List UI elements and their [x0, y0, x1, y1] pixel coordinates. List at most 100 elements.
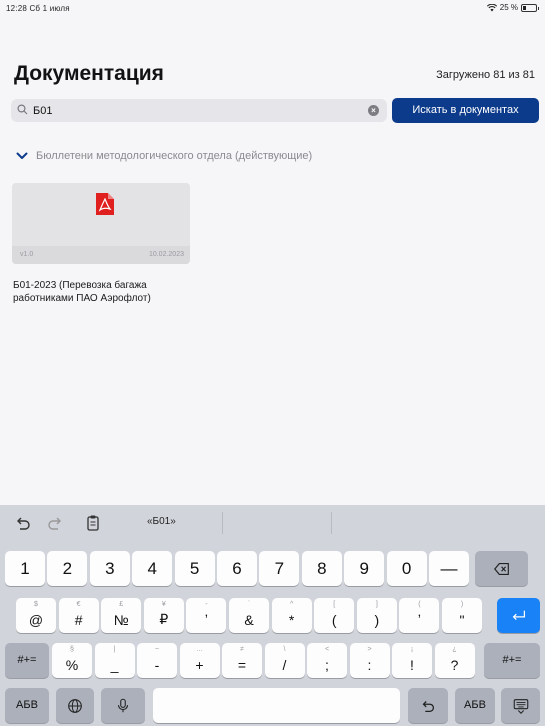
key-7[interactable]: 7	[259, 551, 300, 586]
key-char: 0	[401, 559, 412, 578]
key-symbol[interactable]: ¥ ₽	[143, 598, 184, 633]
key-symbol[interactable]: £ №	[101, 598, 142, 633]
key-char: @	[28, 612, 44, 628]
key-char: /	[282, 657, 287, 673]
key-symbol[interactable]: € #	[58, 598, 99, 633]
search-input[interactable]	[33, 102, 353, 119]
backspace-icon	[493, 562, 509, 575]
hide-keyboard-key[interactable]	[501, 688, 540, 723]
search-in-documents-button[interactable]: Искать в документах	[392, 98, 539, 123]
key-char: ʼ	[204, 612, 208, 628]
keyboard-toolbar: «Б01»	[0, 505, 545, 541]
abc-key[interactable]: АБВ	[455, 688, 495, 723]
key-symbol[interactable]: \ /	[264, 643, 305, 678]
key-char: %	[65, 657, 79, 673]
chevron-down-icon	[16, 152, 28, 159]
key-char: 4	[147, 559, 157, 578]
key-symbol[interactable]: ^ *	[271, 598, 312, 633]
key-alt-char: `	[247, 601, 251, 608]
key-9[interactable]: 9	[344, 551, 385, 586]
key-symbol[interactable]: | _	[94, 643, 135, 678]
key-symbol[interactable]: ])	[356, 598, 397, 633]
key-char: #	[74, 612, 83, 628]
key-symbol[interactable]: -ʼ	[186, 598, 227, 633]
pdf-icon	[96, 193, 114, 215]
key-8[interactable]: 8	[301, 551, 342, 586]
key-char: АБВ	[16, 699, 38, 711]
key-char: )	[374, 612, 380, 628]
key-alt-char: \	[283, 646, 286, 653]
wifi-icon	[486, 3, 497, 11]
space-key[interactable]	[153, 688, 400, 723]
key-alt-char: €	[76, 601, 81, 608]
microphone-icon	[117, 698, 129, 712]
key-char: 6	[232, 559, 242, 578]
status-indicators: 25 %	[486, 3, 539, 12]
redo-icon[interactable]	[46, 514, 64, 532]
key-alt-char: <	[324, 646, 330, 653]
key-char: ʼ	[417, 612, 421, 628]
key-symbol[interactable]: ≠ =	[222, 643, 262, 678]
key-symbol[interactable]: <;	[307, 643, 347, 678]
key-char: 1	[20, 559, 30, 578]
document-title[interactable]: Б01-2023 (Перевозка багажа работниками П…	[13, 280, 203, 305]
more-symbols-key[interactable]: #+=	[484, 643, 540, 678]
undo-icon[interactable]	[14, 514, 32, 532]
keyboard: «Б01» 1 2 3 4 5 6 7 8 9 0— $ @ € # £ № ¥ ₽ - ʼ ` & ^ *[(])(ʼ) ʺ #…	[0, 505, 545, 726]
key-0[interactable]: 0	[386, 551, 427, 586]
search-icon	[17, 104, 28, 115]
key-symbol[interactable]: $ @	[16, 598, 56, 633]
return-icon	[512, 610, 525, 620]
globe-key[interactable]	[56, 688, 94, 723]
key-alt-char: >	[367, 646, 372, 653]
key-alt-char: ≠	[240, 646, 244, 653]
key-alt-char: …	[196, 646, 203, 653]
paste-icon[interactable]	[84, 514, 102, 532]
key-symbol[interactable]: (ʼ	[399, 598, 440, 633]
key-4[interactable]: 4	[132, 551, 173, 586]
document-card[interactable]: v1.0 10.02.2023	[12, 183, 190, 264]
undo-key[interactable]	[408, 688, 448, 723]
clear-search-icon[interactable]: ×	[368, 105, 379, 116]
key-char: 8	[317, 559, 327, 578]
key-char: #+=	[17, 654, 37, 666]
key-symbol[interactable]: ) ʺ	[442, 598, 482, 633]
key-char: !	[410, 657, 414, 673]
key-1[interactable]: 1	[5, 551, 45, 586]
key-3[interactable]: 3	[89, 551, 130, 586]
key-symbol[interactable]: §%	[52, 643, 92, 678]
keyboard-suggestion[interactable]: «Б01»	[147, 516, 176, 527]
suggestion-separator	[331, 512, 332, 534]
document-title-line-1: Б01-2023 (Перевозка багажа	[13, 280, 147, 291]
key-symbol[interactable]: … +	[179, 643, 220, 678]
section-title: Бюллетени методологического отдела (дейс…	[36, 150, 313, 162]
key-symbol[interactable]: ~ -	[137, 643, 177, 678]
section-header[interactable]: Бюллетени методологического отдела (дейс…	[16, 150, 312, 162]
key-2[interactable]: 2	[47, 551, 88, 586]
key-char: *	[288, 612, 295, 628]
dictation-key[interactable]	[101, 688, 145, 723]
abc-key[interactable]: АБВ	[5, 688, 49, 723]
return-key[interactable]	[497, 598, 540, 633]
key-char: #+=	[502, 654, 522, 666]
key-symbol[interactable]: ¡!	[392, 643, 432, 678]
key-char: АБВ	[464, 699, 486, 711]
key-symbol[interactable]: >:	[349, 643, 390, 678]
loaded-count: Загружено 81 из 81	[436, 69, 535, 81]
key-alt-char: -	[205, 601, 208, 608]
key-char: (	[331, 612, 337, 628]
key-symbol[interactable]: [(	[314, 598, 355, 633]
key-symbol[interactable]: ¿?	[434, 643, 475, 678]
key-char: ₽	[159, 611, 169, 627]
undo-icon	[422, 700, 435, 712]
key-char: :	[367, 657, 372, 673]
key-—[interactable]: —	[429, 551, 469, 586]
key-alt-char: ~	[154, 646, 160, 653]
search-field[interactable]: ×	[11, 99, 387, 122]
key-alt-char: [	[333, 601, 336, 608]
more-symbols-key[interactable]: #+=	[5, 643, 49, 678]
backspace-key[interactable]	[475, 551, 529, 586]
key-symbol[interactable]: ` &	[229, 598, 269, 633]
key-6[interactable]: 6	[217, 551, 257, 586]
key-5[interactable]: 5	[174, 551, 215, 586]
